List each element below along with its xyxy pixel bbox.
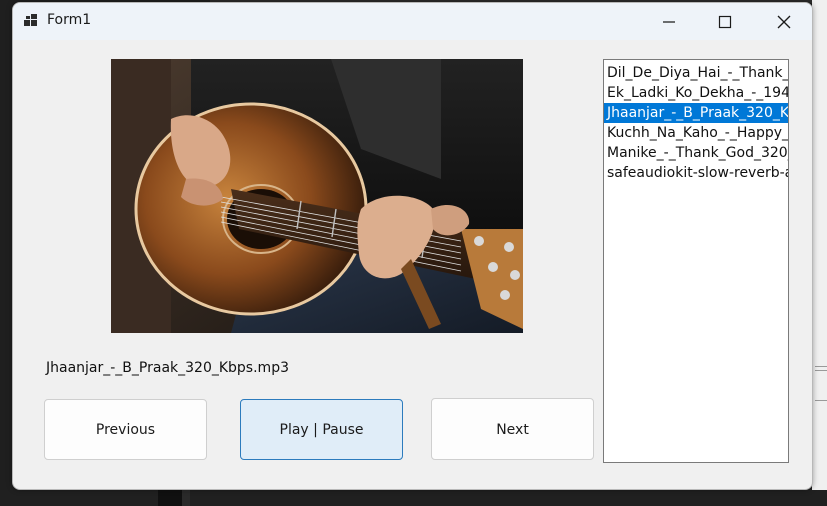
playlist-item[interactable]: safeaudiokit-slow-reverb-a (604, 163, 788, 183)
playlist-listbox[interactable]: Dil_De_Diya_Hai_-_Thank_G Ek_Ladki_Ko_Dek… (603, 59, 789, 463)
previous-button[interactable]: Previous (44, 399, 207, 460)
close-icon (777, 15, 791, 29)
close-button[interactable] (754, 3, 812, 40)
title-bar[interactable]: Form1 (13, 3, 812, 40)
guitar-photo-icon (111, 59, 523, 333)
app-icon (24, 14, 37, 26)
window-title: Form1 (47, 12, 92, 28)
guitar-picture (111, 59, 523, 333)
playlist-item[interactable]: Manike_-_Thank_God_320_k (604, 143, 788, 163)
playlist-items: Dil_De_Diya_Hai_-_Thank_G Ek_Ladki_Ko_Dek… (604, 60, 788, 183)
maximize-icon (718, 15, 732, 29)
current-song-label: Jhaanjar_-_B_Praak_320_Kbps.mp3 (46, 360, 289, 376)
playlist-item[interactable]: Dil_De_Diya_Hai_-_Thank_G (604, 63, 788, 83)
background-window-edge (812, 0, 827, 506)
background-taskbar (0, 490, 827, 506)
play-pause-button[interactable]: Play | Pause (240, 399, 403, 460)
form-window: Form1 Jhaanjar_-_B_Praak_320_Kbps.mp3 Pr… (12, 2, 813, 490)
next-button[interactable]: Next (431, 398, 594, 460)
playlist-item[interactable]: Jhaanjar_-_B_Praak_320_Kbp (604, 103, 788, 123)
minimize-button[interactable] (639, 3, 697, 40)
minimize-icon (663, 21, 675, 23)
playlist-item[interactable]: Kuchh_Na_Kaho_-_Happy_-_ (604, 123, 788, 143)
maximize-button[interactable] (695, 3, 753, 40)
playlist-item[interactable]: Ek_Ladki_Ko_Dekha_-_1942_ (604, 83, 788, 103)
